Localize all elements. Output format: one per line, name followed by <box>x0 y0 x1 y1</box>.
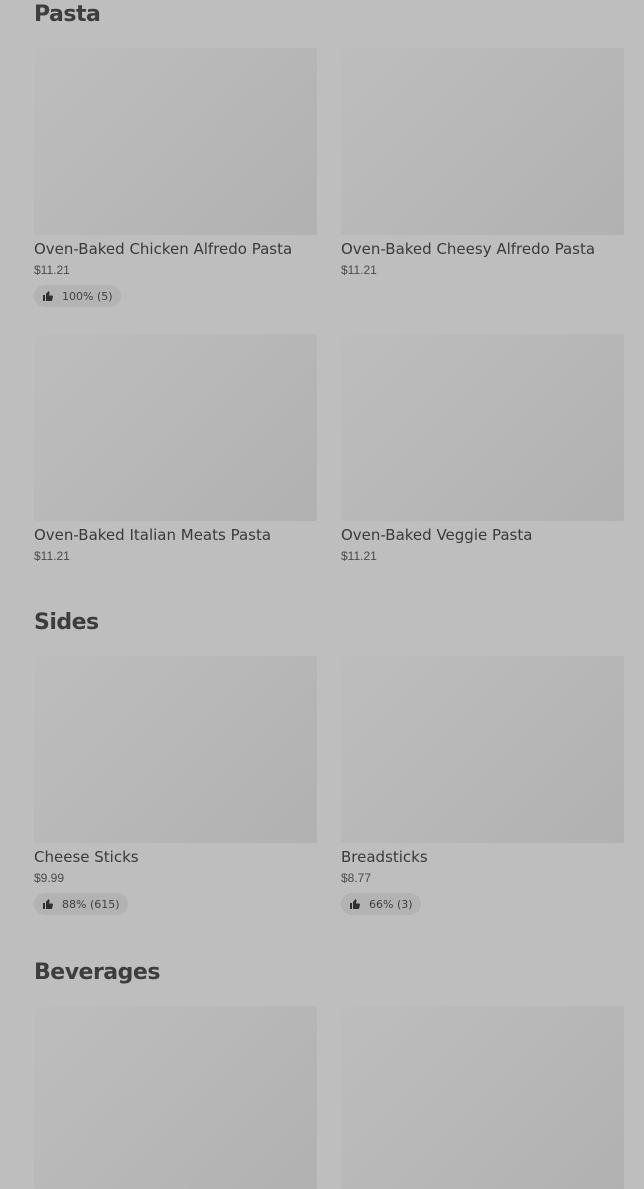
menu-item-card[interactable]: Oven-Baked Veggie Pasta $11.21 <box>341 334 624 563</box>
menu-item-price: $11.21 <box>34 263 70 277</box>
menu-item-card[interactable]: Oven-Baked Cheesy Alfredo Pasta $11.21 <box>341 48 624 277</box>
menu-item-card[interactable] <box>34 1006 317 1189</box>
menu-item-price: $9.99 <box>34 871 65 885</box>
menu-item-price: $11.21 <box>341 549 377 563</box>
menu-item-name: Oven-Baked Italian Meats Pasta <box>34 526 272 544</box>
menu-item-image[interactable] <box>34 656 317 843</box>
rating-text: 66% (3) <box>369 897 413 911</box>
menu-item-card[interactable] <box>341 1006 624 1189</box>
menu-item-card[interactable]: Oven-Baked Chicken Alfredo Pasta $11.21 … <box>34 48 317 307</box>
menu-item-image[interactable] <box>341 656 624 843</box>
menu-item-image[interactable] <box>34 334 317 521</box>
rating-badge: 66% (3) <box>341 893 421 915</box>
menu-item-image[interactable] <box>34 1006 317 1189</box>
menu-item-image[interactable] <box>341 1006 624 1189</box>
menu-item-price: $11.21 <box>34 549 70 563</box>
section-title-beverages: Beverages <box>34 960 160 985</box>
section-title-pasta: Pasta <box>34 2 101 27</box>
menu-item-name: Oven-Baked Cheesy Alfredo Pasta <box>341 240 596 258</box>
menu-item-card[interactable]: Oven-Baked Italian Meats Pasta $11.21 <box>34 334 317 563</box>
rating-text: 100% (5) <box>62 289 113 303</box>
menu-item-price: $11.21 <box>341 263 377 277</box>
menu-item-card[interactable]: Cheese Sticks $9.99 88% (615) <box>34 656 317 915</box>
thumbs-up-icon <box>43 899 53 909</box>
menu-item-price: $8.77 <box>341 871 372 885</box>
menu-item-image[interactable] <box>341 334 624 521</box>
rating-text: 88% (615) <box>62 897 120 911</box>
menu-page: Pasta Oven-Baked Chicken Alfredo Pasta $… <box>0 0 644 1189</box>
rating-badge: 88% (615) <box>34 893 128 915</box>
thumbs-up-icon <box>350 899 360 909</box>
menu-item-card[interactable]: Breadsticks $8.77 66% (3) <box>341 656 624 915</box>
menu-item-name: Oven-Baked Veggie Pasta <box>341 526 533 544</box>
menu-item-name: Oven-Baked Chicken Alfredo Pasta <box>34 240 293 258</box>
thumbs-up-icon <box>43 291 53 301</box>
rating-badge: 100% (5) <box>34 285 121 307</box>
menu-item-image[interactable] <box>341 48 624 235</box>
menu-item-image[interactable] <box>34 48 317 235</box>
menu-item-name: Breadsticks <box>341 848 428 866</box>
menu-item-name: Cheese Sticks <box>34 848 139 866</box>
section-title-sides: Sides <box>34 610 99 635</box>
